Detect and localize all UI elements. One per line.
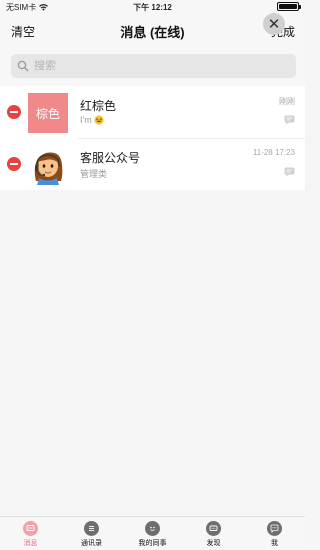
close-icon[interactable]: ✕ (263, 13, 285, 35)
conversation-subtitle-text: I'm (80, 115, 92, 125)
chat-bubble-icon (284, 167, 295, 177)
message-glyph-icon (26, 525, 35, 531)
contacts-icon (84, 521, 99, 536)
avatar: 棕色 (28, 93, 68, 133)
conversation-row[interactable]: 棕色 红棕色 I'm 刚刚 (0, 86, 305, 138)
delete-icon[interactable] (7, 157, 21, 171)
tab-me[interactable]: 我 (244, 517, 305, 550)
status-time: 下午 12:12 (133, 3, 172, 12)
tab-label: 消息 (23, 540, 38, 547)
search-box[interactable] (11, 54, 296, 78)
chat-bubble-icon (284, 115, 295, 125)
discover-icon (206, 521, 221, 536)
tab-label: 我 (271, 540, 278, 547)
tab-bar: 消息 通讯录 我的同事 发现 我 (0, 516, 305, 550)
battery-icon (277, 2, 301, 11)
tab-contacts[interactable]: 通讯录 (61, 517, 122, 550)
contacts-glyph-icon (89, 526, 94, 531)
me-icon (267, 521, 282, 536)
search-area (0, 46, 305, 86)
conversation-title: 客服公众号 (80, 151, 141, 165)
me-glyph-icon (270, 524, 279, 533)
tab-label: 通讯录 (81, 540, 102, 547)
colleagues-glyph-icon (150, 526, 155, 531)
tab-colleagues[interactable]: 我的同事 (122, 517, 183, 550)
conversation-time: 刚刚 (279, 97, 295, 106)
conversation-row[interactable]: 客服公众号 管理类 11-28 17:23 (0, 138, 305, 190)
discover-glyph-icon (209, 525, 218, 531)
conversation-title: 红棕色 (80, 99, 117, 113)
search-icon (17, 60, 29, 72)
status-right (277, 2, 301, 11)
nav-bar: 清空 消息 (在线) 完成 (0, 14, 305, 46)
search-input[interactable] (34, 60, 284, 72)
conversation-time: 11-28 17:23 (252, 148, 295, 157)
status-bar: 无SIM卡 下午 12:12 (0, 0, 305, 14)
battery-fill (279, 4, 297, 9)
tab-label: 发现 (206, 540, 221, 547)
delete-icon[interactable] (7, 105, 21, 119)
customer-service-avatar (28, 145, 68, 185)
conversation-subtitle-text: 管理类 (80, 169, 108, 179)
tab-messages[interactable]: 消息 (0, 517, 61, 550)
conversation-subtitle: 管理类 (80, 167, 107, 180)
message-icon (23, 521, 38, 536)
tab-discover[interactable]: 发现 (183, 517, 244, 550)
tab-label: 我的同事 (138, 540, 167, 547)
conversation-list: 棕色 红棕色 I'm 刚刚 客服公众号 管理类 11-28 17:23 (0, 86, 305, 190)
page-title: 消息 (在线) (120, 25, 185, 40)
conversation-subtitle: I'm (80, 115, 104, 125)
grinning-emoji-icon (94, 115, 104, 125)
colleagues-icon (145, 521, 160, 536)
